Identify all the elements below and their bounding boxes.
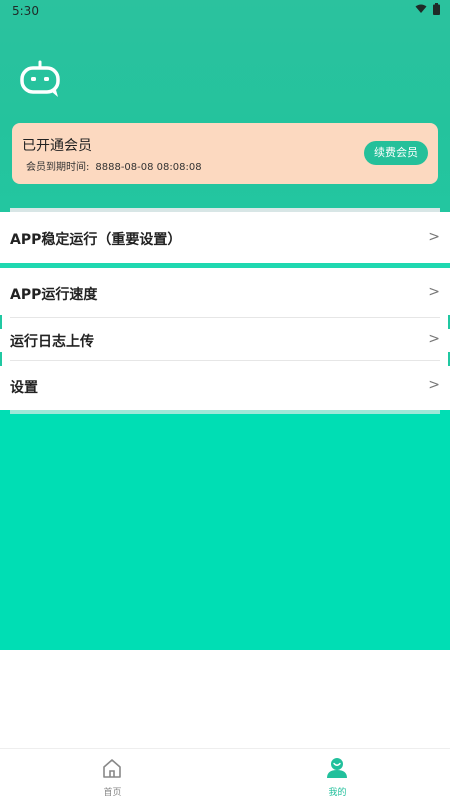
menu-item-app-speed[interactable]: APP运行速度 > — [0, 268, 450, 317]
menu-item-label: APP运行速度 — [10, 287, 98, 303]
tab-home-label: 首页 — [103, 788, 122, 798]
menu-item-label: 运行日志上传 — [10, 334, 94, 350]
chevron-right-icon: > — [428, 377, 440, 393]
header-divider-strip — [10, 208, 440, 212]
menu-item-log-upload[interactable]: 运行日志上传 > — [0, 318, 450, 360]
menu-item-settings[interactable]: 设置 > — [0, 361, 450, 410]
side-accent-mark — [0, 352, 2, 366]
user-icon — [327, 758, 347, 778]
status-icons — [415, 3, 440, 15]
battery-icon — [433, 3, 440, 15]
status-time: 5:30 — [12, 4, 39, 18]
wifi-icon — [415, 4, 427, 13]
bottom-tab-bar: 首页 我的 — [0, 748, 450, 801]
tab-home[interactable]: 首页 — [0, 749, 225, 801]
menu-item-app-stability[interactable]: APP稳定运行（重要设置） > — [0, 213, 450, 263]
home-icon — [103, 759, 121, 778]
content-top-line — [10, 410, 440, 414]
status-bar: 5:30 — [0, 0, 450, 22]
chevron-right-icon: > — [428, 331, 440, 347]
vip-status-card: 已开通会员 会员到期时间: 8888-08-08 08:08:08 续费会员 — [12, 123, 438, 184]
content-background — [0, 410, 450, 650]
chevron-right-icon: > — [428, 229, 440, 245]
chevron-right-icon: > — [428, 284, 440, 300]
vip-expire-label: 会员到期时间: — [26, 162, 90, 173]
vip-expire-value: 8888-08-08 08:08:08 — [95, 162, 202, 173]
vip-expire-info: 会员到期时间: 8888-08-08 08:08:08 — [26, 158, 208, 173]
renew-vip-button[interactable]: 续费会员 — [364, 141, 428, 165]
robot-logo-icon — [20, 60, 60, 97]
vip-title: 已开通会员 — [22, 138, 92, 154]
tab-me-label: 我的 — [328, 788, 347, 798]
tab-me[interactable]: 我的 — [225, 749, 450, 801]
menu-item-label: APP稳定运行（重要设置） — [10, 232, 182, 248]
side-accent-mark — [0, 315, 2, 329]
menu-item-label: 设置 — [10, 380, 38, 396]
